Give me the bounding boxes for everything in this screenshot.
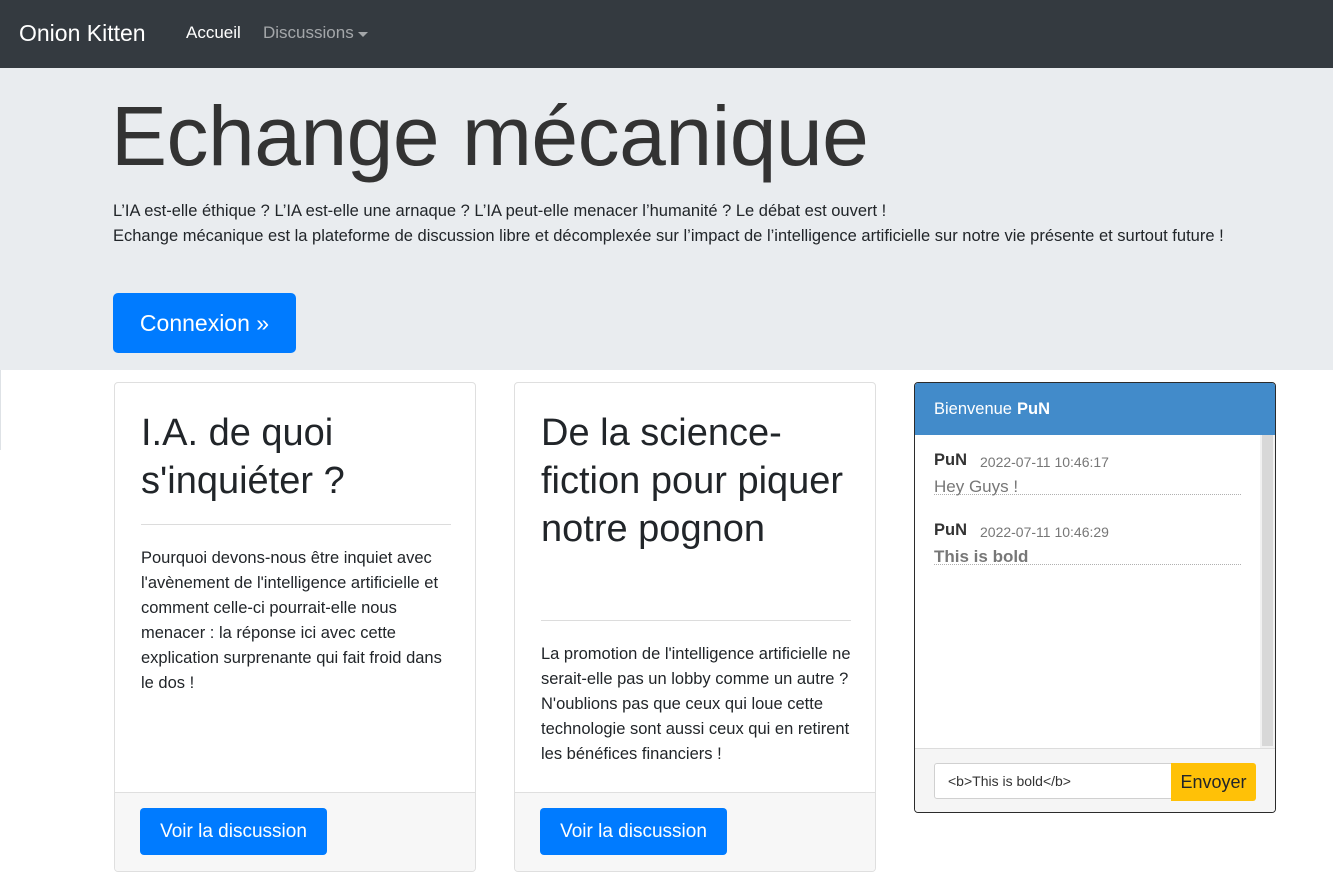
connexion-button[interactable]: Connexion » [113,293,296,353]
divider [0,370,1,450]
card-text: Pourquoi devons-nous être inquiet avec l… [141,549,442,692]
chat-header: Bienvenue PuN [915,383,1275,435]
message-author: PuN [934,521,967,539]
brand-logo-link[interactable]: Onion Kitten [19,18,146,48]
view-discussion-button[interactable]: Voir la discussion [540,808,727,855]
card-divider [141,524,451,525]
chat-messages[interactable]: PuN 2022-07-11 10:46:17 Hey Guys ! PuN 2… [915,435,1275,748]
navbar: Onion Kitten Accueil Discussions [0,0,1333,68]
nav-dropdown-discussions[interactable]: Discussions [263,22,368,44]
card-footer: Voir la discussion [515,792,875,871]
chat-message-input[interactable] [934,763,1172,799]
caret-down-icon [357,31,368,37]
card-title: De la science-fiction pour piquer notre … [541,412,844,550]
intro-line-2: Echange mécanique est la plateforme de d… [113,227,1224,245]
view-discussion-button[interactable]: Voir la discussion [140,808,327,855]
page-title: Echange mécanique [111,89,869,183]
message-text: Hey Guys ! [934,477,1019,496]
chat-welcome-text: Bienvenue [934,399,1012,418]
discussion-card: De la science-fiction pour piquer notre … [514,382,876,872]
message-author: PuN [934,451,967,469]
card-text: La promotion de l'intelligence artificie… [541,645,851,763]
chat-username: PuN [1016,399,1050,418]
nav-dropdown-label: Discussions [263,23,354,42]
card-title: I.A. de quoi s'inquiéter ? [141,412,345,502]
jumbotron: Echange mécanique L’IA est-elle éthique … [0,68,1333,370]
intro-line-1: L’IA est-elle éthique ? L’IA est-elle un… [113,202,887,220]
message-text: This is bold [934,547,1029,566]
nav-link-accueil[interactable]: Accueil [186,22,241,44]
card-footer: Voir la discussion [115,792,475,871]
intro-text: L’IA est-elle éthique ? L’IA est-elle un… [113,199,1253,249]
chat-panel: Bienvenue PuN PuN 2022-07-11 10:46:17 He… [914,382,1276,813]
card-divider [541,620,851,621]
send-button[interactable]: Envoyer [1171,763,1256,801]
chat-message: PuN 2022-07-11 10:46:29 This is bold [934,505,1241,566]
discussion-card: I.A. de quoi s'inquiéter ? Pourquoi devo… [114,382,476,872]
chat-footer: Envoyer [915,748,1275,812]
chat-message: PuN 2022-07-11 10:46:17 Hey Guys ! [934,435,1241,496]
message-timestamp: 2022-07-11 10:46:17 [980,454,1109,470]
scrollbar-thumb[interactable] [1262,435,1273,746]
message-timestamp: 2022-07-11 10:46:29 [980,524,1109,540]
chat-scrollbar[interactable] [1260,435,1275,748]
